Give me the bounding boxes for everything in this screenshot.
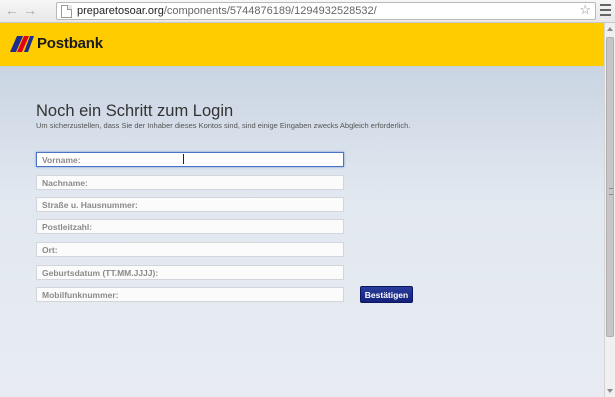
browser-toolbar: ← → preparetosoar.org/components/5744876… [0, 0, 615, 23]
url-host: preparetosoar.org [77, 5, 164, 17]
url-path: /components/5744876189/1294932528532/ [163, 5, 377, 17]
postbank-logo-icon [10, 36, 34, 52]
city-field[interactable] [36, 242, 344, 257]
mobile-number-field[interactable] [36, 287, 344, 302]
scroll-thumb[interactable] [606, 37, 614, 337]
postal-code-field[interactable] [36, 219, 344, 234]
wrench-menu-icon[interactable] [600, 4, 611, 16]
forward-arrow-icon[interactable]: → [22, 2, 38, 18]
back-arrow-icon[interactable]: ← [4, 2, 20, 18]
birthdate-field[interactable] [36, 265, 344, 280]
url-text: preparetosoar.org/components/5744876189/… [77, 4, 377, 18]
first-name-field[interactable] [36, 152, 344, 167]
page-icon [61, 5, 72, 18]
star-icon[interactable]: ☆ [579, 2, 591, 18]
scroll-grip-icon [609, 188, 613, 195]
street-field[interactable] [36, 197, 344, 212]
scroll-down-icon[interactable] [607, 389, 613, 393]
confirm-button[interactable]: Bestätigen [360, 286, 413, 303]
page-title: Noch ein Schritt zum Login [36, 102, 234, 120]
text-caret [183, 154, 184, 164]
site-header: Postbank [0, 23, 604, 66]
page-scrollbar[interactable] [604, 23, 615, 397]
brand-name: Postbank [37, 35, 103, 52]
scroll-up-icon[interactable] [607, 27, 613, 31]
last-name-field[interactable] [36, 175, 344, 190]
login-panel: Noch ein Schritt zum Login Um sicherzust… [0, 66, 604, 397]
page-subtitle: Um sicherzustellen, dass Sie der Inhaber… [36, 121, 411, 130]
address-bar[interactable]: preparetosoar.org/components/5744876189/… [56, 2, 596, 20]
